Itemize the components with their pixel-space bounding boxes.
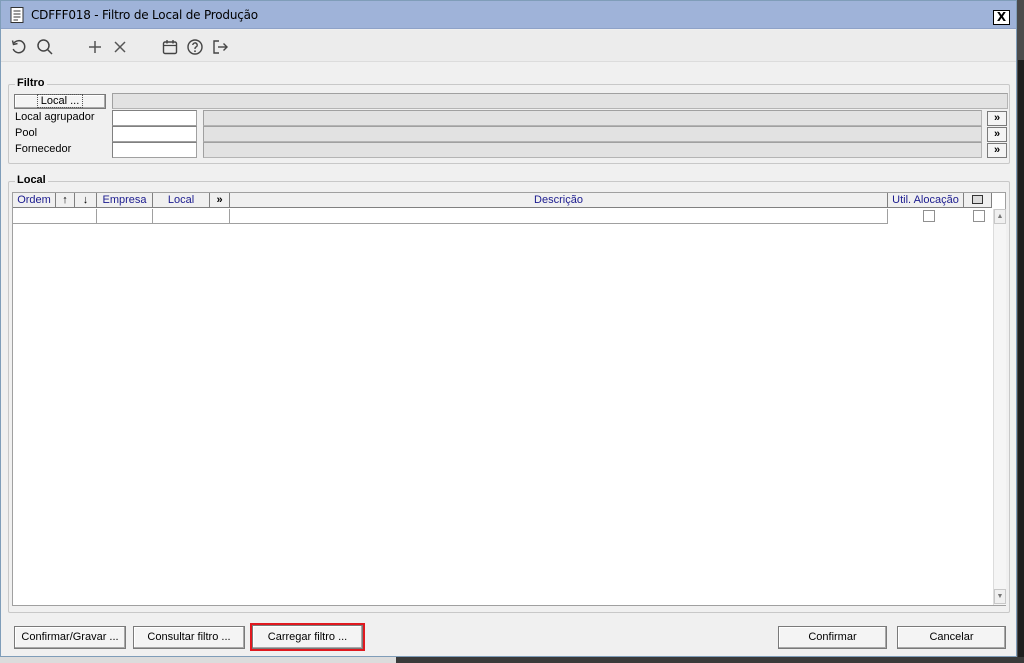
select-all-checkbox-icon — [972, 195, 983, 204]
toolbar — [1, 30, 1016, 62]
pool-lookup-button[interactable]: » — [987, 127, 1007, 142]
cell-ordem[interactable] — [13, 209, 97, 224]
local-agrupador-input[interactable] — [112, 110, 197, 126]
add-icon[interactable] — [86, 38, 104, 56]
scroll-up-arrow-icon[interactable]: ▲ — [994, 209, 1006, 224]
local-grid: Ordem ↑ ↓ Empresa Local » Descrição Util… — [12, 192, 1006, 606]
window-title: CDFFF018 - Filtro de Local de Produção — [31, 8, 258, 22]
fornecedor-lookup-button[interactable]: » — [987, 143, 1007, 158]
pool-input[interactable] — [112, 126, 197, 142]
chevron-right-icon: » — [216, 194, 223, 206]
fornecedor-label: Fornecedor — [15, 143, 72, 155]
row-select-checkbox[interactable] — [973, 210, 985, 222]
select-all-header[interactable] — [964, 193, 992, 208]
taskbar-strip — [0, 657, 1024, 663]
arrow-down-icon: ↓ — [82, 194, 89, 206]
title-bar: CDFFF018 - Filtro de Local de Produção X — [1, 1, 1016, 29]
confirmar-gravar-button[interactable]: Confirmar/Gravar ... — [14, 626, 126, 649]
carregar-filtro-button[interactable]: Carregar filtro ... — [250, 623, 365, 651]
close-icon: X — [996, 10, 1007, 24]
arrow-up-icon: ↑ — [62, 194, 68, 206]
consultar-filtro-button[interactable]: Consultar filtro ... — [133, 626, 245, 649]
fornecedor-input[interactable] — [112, 142, 197, 158]
filtro-legend: Filtro — [15, 77, 47, 89]
local-group: Local Ordem ↑ ↓ Empresa Local » Descriçã… — [8, 174, 1010, 613]
fornecedor-description — [203, 142, 982, 158]
document-icon — [10, 7, 24, 23]
refresh-icon[interactable] — [10, 38, 28, 56]
cell-descricao[interactable] — [230, 209, 888, 224]
column-header-empresa[interactable]: Empresa — [97, 193, 153, 208]
search-icon[interactable] — [36, 38, 54, 56]
background-strip — [1018, 60, 1024, 663]
local-description-field — [112, 93, 1008, 109]
sort-up-button[interactable]: ↑ — [56, 193, 75, 208]
util-alocacao-checkbox[interactable] — [923, 210, 935, 222]
local-button-label: Local ... — [36, 94, 84, 108]
cell-empresa[interactable] — [97, 209, 153, 224]
help-icon[interactable] — [186, 38, 204, 56]
sort-down-button[interactable]: ↓ — [75, 193, 97, 208]
column-header-descricao[interactable]: Descrição — [230, 193, 888, 208]
local-button[interactable]: Local ... — [14, 94, 106, 109]
expand-columns-button[interactable]: » — [210, 193, 230, 208]
chevron-right-icon: » — [993, 128, 1001, 140]
close-button[interactable]: X — [993, 10, 1010, 25]
cancelar-button[interactable]: Cancelar — [897, 626, 1006, 649]
filtro-group: Filtro Local ... Local agrupador » Pool … — [8, 77, 1010, 164]
filter-dialog-window: CDFFF018 - Filtro de Local de Produção X — [0, 0, 1017, 657]
vertical-scrollbar[interactable]: ▲ ▼ — [993, 209, 1006, 605]
calendar-icon[interactable] — [161, 38, 179, 56]
scroll-down-arrow-icon[interactable]: ▼ — [994, 589, 1006, 604]
local-agrupador-label: Local agrupador — [15, 111, 95, 123]
chevron-right-icon: » — [993, 144, 1001, 156]
pool-description — [203, 126, 982, 142]
column-header-ordem[interactable]: Ordem — [13, 193, 56, 208]
confirmar-button[interactable]: Confirmar — [778, 626, 887, 649]
column-header-util-alocacao[interactable]: Util. Alocação — [888, 193, 964, 208]
local-agrupador-lookup-button[interactable]: » — [987, 111, 1007, 126]
chevron-right-icon: » — [993, 112, 1001, 124]
exit-icon[interactable] — [211, 38, 229, 56]
cell-local[interactable] — [153, 209, 230, 224]
local-agrupador-description — [203, 110, 982, 126]
column-header-local[interactable]: Local — [153, 193, 210, 208]
delete-icon[interactable] — [111, 38, 129, 56]
local-legend: Local — [15, 174, 48, 186]
pool-label: Pool — [15, 127, 38, 139]
